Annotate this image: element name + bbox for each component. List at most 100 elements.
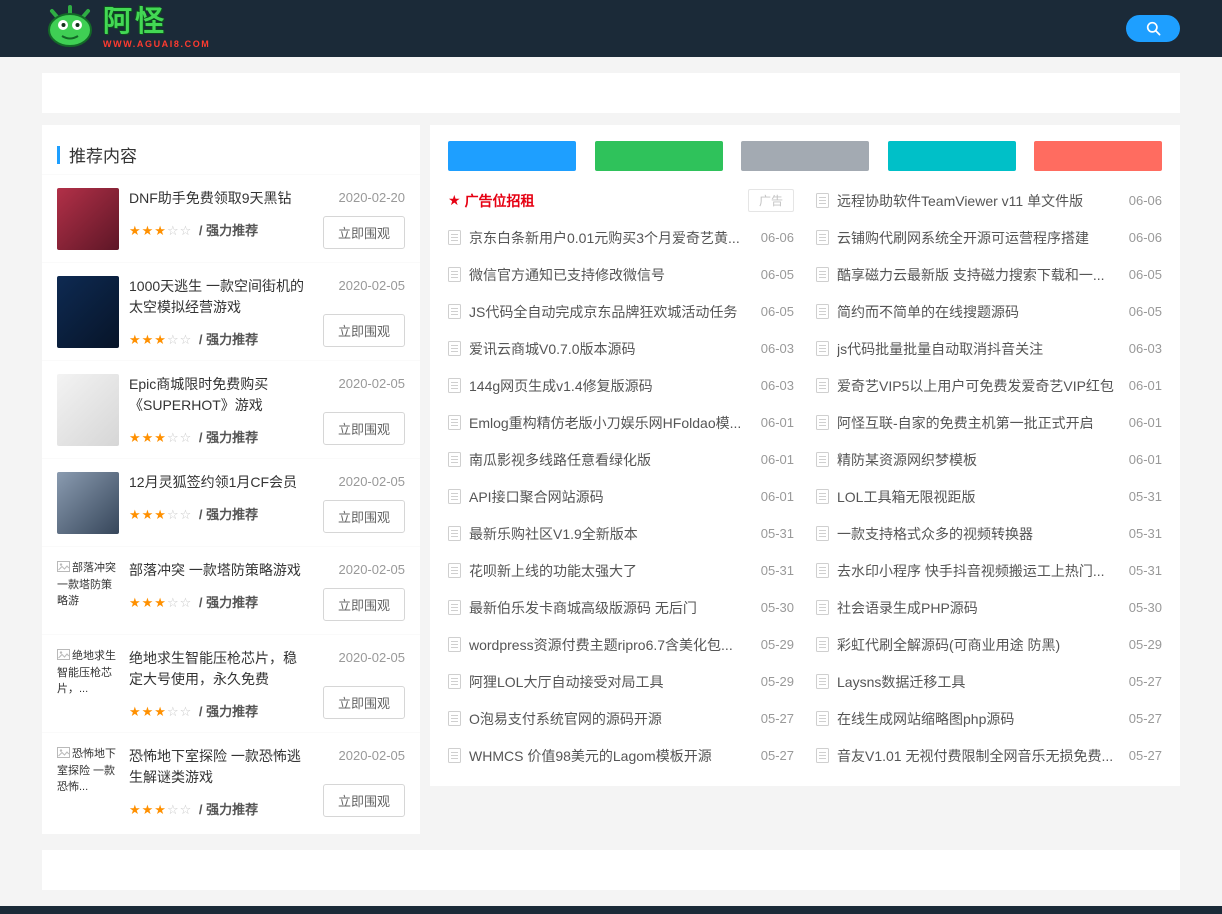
- article-title-link[interactable]: 最新伯乐发卡商城高级版源码 无后门: [469, 598, 753, 618]
- article-title-link[interactable]: 去水印小程序 快手抖音视频搬运工上热门...: [837, 561, 1121, 581]
- article-title-link[interactable]: 精防某资源网织梦模板: [837, 450, 1121, 470]
- article-title-link[interactable]: 京东白条新用户0.01元购买3个月爱奇艺黄...: [469, 228, 753, 248]
- article-title-link[interactable]: 爱奇艺VIP5以上用户可免费发爱奇艺VIP红包: [837, 376, 1121, 396]
- watch-now-button[interactable]: 立即围观: [323, 686, 405, 719]
- article-title-link[interactable]: JS代码全自动完成京东品牌狂欢城活动任务: [469, 302, 753, 322]
- article-row: 阿狸LOL大厅自动接受对局工具 05-29: [448, 663, 794, 700]
- recommended-item-date: 2020-02-05: [339, 562, 406, 577]
- rating-row: ★★★☆☆ / 强力推荐: [129, 427, 307, 446]
- article-title-link[interactable]: LOL工具箱无限视距版: [837, 487, 1121, 507]
- ad-badge: 广告: [748, 189, 794, 212]
- category-button[interactable]: [595, 141, 723, 171]
- article-date: 05-27: [1129, 674, 1162, 689]
- article-date: 05-30: [1129, 600, 1162, 615]
- article-title-link[interactable]: WHMCS 价值98美元的Lagom模板开源: [469, 746, 753, 766]
- recommended-item: 部落冲突 一款塔防策略游 部落冲突 一款塔防策略游戏 ★★★☆☆ / 强力推荐 …: [42, 546, 420, 634]
- watch-now-button[interactable]: 立即围观: [323, 588, 405, 621]
- article-title-link[interactable]: 微信官方通知已支持修改微信号: [469, 265, 753, 285]
- article-title-link[interactable]: 在线生成网站缩略图php源码: [837, 709, 1121, 729]
- article-row: wordpress资源付费主题ripro6.7含美化包... 05-29: [448, 626, 794, 663]
- category-button[interactable]: [448, 141, 576, 171]
- recommended-item-date: 2020-02-20: [339, 190, 406, 205]
- document-icon: [816, 193, 829, 208]
- document-icon: [448, 674, 461, 689]
- footer-strip: [0, 906, 1222, 914]
- article-title-link[interactable]: 简约而不简单的在线搜题源码: [837, 302, 1121, 322]
- article-title-link[interactable]: 一款支持格式众多的视频转换器: [837, 524, 1121, 544]
- article-row: 最新伯乐发卡商城高级版源码 无后门 05-30: [448, 589, 794, 626]
- recommended-thumbnail[interactable]: [57, 374, 119, 446]
- recommend-strength-label: / 强力推荐: [199, 332, 258, 347]
- watch-now-button[interactable]: 立即围观: [323, 412, 405, 445]
- navbar: 阿怪 WWW.AGUAI8.COM: [0, 0, 1222, 57]
- article-row: 花呗新上线的功能太强大了 05-31: [448, 552, 794, 589]
- article-title-link[interactable]: 酷享磁力云最新版 支持磁力搜索下载和一...: [837, 265, 1121, 285]
- article-title-link[interactable]: API接口聚合网站源码: [469, 487, 753, 507]
- article-row: LOL工具箱无限视距版 05-31: [816, 478, 1162, 515]
- article-title-link[interactable]: 花呗新上线的功能太强大了: [469, 561, 753, 581]
- article-title-link[interactable]: O泡易支付系统官网的源码开源: [469, 709, 753, 729]
- recommended-thumbnail[interactable]: [57, 188, 119, 250]
- article-title-link[interactable]: 阿狸LOL大厅自动接受对局工具: [469, 672, 753, 692]
- article-title-link[interactable]: 南瓜影视多线路任意看绿化版: [469, 450, 753, 470]
- article-date: 05-30: [761, 600, 794, 615]
- article-title-link[interactable]: 音友V1.01 无视付费限制全网音乐无损免费...: [837, 746, 1121, 766]
- watch-now-button[interactable]: 立即围观: [323, 216, 405, 249]
- article-row: Laysns数据迁移工具 05-27: [816, 663, 1162, 700]
- article-title-link[interactable]: wordpress资源付费主题ripro6.7含美化包...: [469, 635, 753, 655]
- recommended-item-title[interactable]: 绝地求生智能压枪芯片，稳定大号使用，永久免费: [129, 648, 307, 690]
- watch-now-button[interactable]: 立即围观: [323, 314, 405, 347]
- document-icon: [448, 304, 461, 319]
- article-row: 京东白条新用户0.01元购买3个月爱奇艺黄... 06-06: [448, 219, 794, 256]
- article-title-link[interactable]: 远程协助软件TeamViewer v11 单文件版: [837, 191, 1121, 211]
- article-title-link[interactable]: 云铺购代刷网系统全开源可运营程序搭建: [837, 228, 1121, 248]
- article-title-link[interactable]: 144g网页生成v1.4修复版源码: [469, 376, 753, 396]
- site-logo[interactable]: 阿怪 WWW.AGUAI8.COM: [44, 5, 210, 52]
- recommended-item-title[interactable]: 1000天逃生 一款空间街机的太空模拟经营游戏: [129, 276, 307, 318]
- recommended-item-title[interactable]: 部落冲突 一款塔防策略游戏: [129, 560, 307, 581]
- recommended-item-body: 1000天逃生 一款空间街机的太空模拟经营游戏 ★★★☆☆ / 强力推荐: [129, 276, 307, 348]
- recommended-item-title[interactable]: 12月灵狐签约领1月CF会员: [129, 472, 307, 493]
- stars-empty-icon: ☆☆: [167, 704, 192, 719]
- recommend-strength-label: / 强力推荐: [199, 430, 258, 445]
- article-title-link[interactable]: Emlog重构精仿老版小刀娱乐网HFoldao模...: [469, 413, 753, 433]
- article-row: Emlog重构精仿老版小刀娱乐网HFoldao模... 06-01: [448, 404, 794, 441]
- broken-image-icon: [57, 649, 70, 660]
- rating-row: ★★★☆☆ / 强力推荐: [129, 504, 307, 523]
- article-title-link[interactable]: 彩虹代刷全解源码(可商业用途 防黑): [837, 635, 1121, 655]
- search-button[interactable]: [1126, 15, 1180, 42]
- article-row: 144g网页生成v1.4修复版源码 06-03: [448, 367, 794, 404]
- article-date: 06-01: [761, 415, 794, 430]
- article-title-link[interactable]: 爱讯云商城V0.7.0版本源码: [469, 339, 753, 359]
- watch-now-button[interactable]: 立即围观: [323, 500, 405, 533]
- main-content: 推荐内容 DNF助手免费领取9天黑钻 ★★★☆☆ / 强力推荐 2020-02-…: [42, 125, 1180, 834]
- article-date: 06-06: [1129, 230, 1162, 245]
- category-button[interactable]: [888, 141, 1016, 171]
- ad-slot-link[interactable]: 广告位招租: [465, 191, 744, 211]
- article-title-link[interactable]: Laysns数据迁移工具: [837, 672, 1121, 692]
- recommended-list: DNF助手免费领取9天黑钻 ★★★☆☆ / 强力推荐 2020-02-20 立即…: [42, 174, 420, 830]
- recommended-item-body: 部落冲突 一款塔防策略游戏 ★★★☆☆ / 强力推荐: [129, 560, 307, 622]
- recommended-thumbnail[interactable]: 部落冲突 一款塔防策略游: [57, 560, 119, 622]
- article-title-link[interactable]: 阿怪互联-自家的免费主机第一批正式开启: [837, 413, 1121, 433]
- article-date: 06-03: [761, 378, 794, 393]
- recommended-item-meta: 2020-02-05 立即围观: [317, 746, 405, 818]
- stars-empty-icon: ☆☆: [167, 332, 192, 347]
- article-title-link[interactable]: 社会语录生成PHP源码: [837, 598, 1121, 618]
- document-icon: [816, 341, 829, 356]
- recommended-item-title[interactable]: Epic商城限时免费购买《SUPERHOT》游戏: [129, 374, 307, 416]
- recommended-thumbnail[interactable]: 恐怖地下室探险 一款恐怖...: [57, 746, 119, 818]
- recommended-item-title[interactable]: 恐怖地下室探险 一款恐怖逃生解谜类游戏: [129, 746, 307, 788]
- recommended-thumbnail[interactable]: [57, 472, 119, 534]
- watch-now-button[interactable]: 立即围观: [323, 784, 405, 817]
- article-title-link[interactable]: 最新乐购社区V1.9全新版本: [469, 524, 753, 544]
- recommended-thumbnail[interactable]: 绝地求生智能压枪芯片，...: [57, 648, 119, 720]
- stars-filled-icon: ★★★: [129, 704, 167, 719]
- category-button[interactable]: [1034, 141, 1162, 171]
- recommended-panel: 推荐内容 DNF助手免费领取9天黑钻 ★★★☆☆ / 强力推荐 2020-02-…: [42, 125, 420, 834]
- category-button[interactable]: [741, 141, 869, 171]
- article-title-link[interactable]: js代码批量批量自动取消抖音关注: [837, 339, 1121, 359]
- recommended-item-title[interactable]: DNF助手免费领取9天黑钻: [129, 188, 307, 209]
- stars-empty-icon: ☆☆: [167, 802, 192, 817]
- recommended-thumbnail[interactable]: [57, 276, 119, 348]
